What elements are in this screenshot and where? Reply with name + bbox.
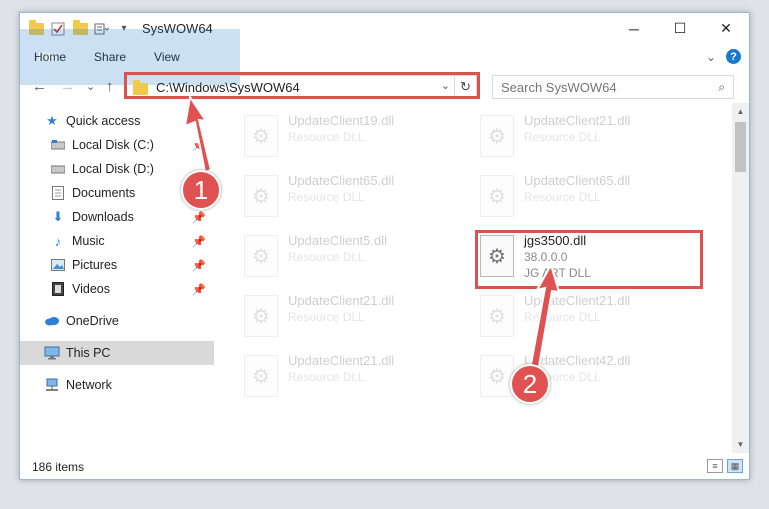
pin-icon[interactable]: 📌 — [192, 235, 206, 248]
music-icon: ♪ — [54, 233, 62, 249]
scrollbar-thumb[interactable] — [735, 122, 746, 172]
close-button[interactable]: ✕ — [703, 13, 749, 44]
sidebar-item-network[interactable]: Network — [20, 373, 214, 397]
drive-icon — [50, 161, 66, 177]
sidebar-item-label: Local Disk (D:) — [72, 162, 154, 176]
recent-locations-button[interactable]: ⌄ — [86, 80, 95, 93]
sidebar-item-music[interactable]: ♪ Music 📌 — [20, 229, 214, 253]
sidebar-item-this-pc[interactable]: This PC — [20, 341, 214, 365]
sidebar-item-downloads[interactable]: ⬇ Downloads 📌 — [20, 205, 214, 229]
dll-file-icon: ⚙ — [480, 175, 514, 217]
file-name: UpdateClient21.dll — [524, 293, 631, 308]
sidebar-item-videos[interactable]: Videos 📌 — [20, 277, 214, 301]
file-item[interactable]: ⚙ UpdateClient65.dll Resource DLL — [476, 171, 696, 227]
file-item[interactable]: ⚙ UpdateClient21.dll Resource DLL — [476, 111, 696, 167]
file-type: Resource DLL — [288, 370, 365, 384]
search-input[interactable] — [501, 79, 701, 95]
file-name: UpdateClient19.dll — [288, 113, 395, 128]
dll-file-icon: ⚙ — [244, 235, 278, 277]
pictures-icon — [50, 257, 66, 273]
file-name: UpdateClient65.dll — [524, 173, 631, 188]
dll-file-icon: ⚙ — [480, 295, 514, 337]
sidebar-item-label: Network — [66, 378, 112, 392]
help-icon[interactable]: ? — [726, 49, 741, 64]
step-1-badge: 1 — [181, 170, 221, 210]
navigation-pane: ★ Quick access Local Disk (C:) 📌 Local D… — [20, 109, 214, 453]
file-type: Resource DLL — [288, 130, 365, 144]
file-name: UpdateClient65.dll — [288, 173, 395, 188]
maximize-button[interactable]: ☐ — [657, 13, 703, 44]
file-item[interactable]: ⚙ UpdateClient21.dll Resource DLL — [240, 351, 460, 407]
videos-icon — [50, 281, 66, 297]
file-name: UpdateClient21.dll — [288, 293, 395, 308]
pin-icon[interactable]: 📌 — [192, 211, 206, 224]
file-name: UpdateClient21.dll — [524, 113, 631, 128]
sidebar-item-label: Music — [72, 234, 105, 248]
file-item[interactable]: ⚙ UpdateClient5.dll Resource DLL — [240, 231, 460, 287]
ribbon-tabs: File Home Share View — [20, 29, 749, 85]
sidebar-item-pictures[interactable]: Pictures 📌 — [20, 253, 214, 277]
file-type: Resource DLL — [288, 250, 365, 264]
step-2-badge: 2 — [510, 364, 550, 404]
search-box[interactable]: ⌕ — [492, 75, 734, 99]
address-bar-highlight — [124, 72, 480, 99]
details-view-icon[interactable]: ≡ — [707, 459, 723, 473]
pin-icon[interactable]: 📌 — [192, 139, 206, 152]
sidebar-item-label: Videos — [72, 282, 110, 296]
sidebar-item-local-disk-c[interactable]: Local Disk (C:) 📌 — [20, 133, 214, 157]
sidebar-item-quick-access[interactable]: ★ Quick access — [20, 109, 214, 133]
dll-file-icon: ⚙ — [480, 115, 514, 157]
sidebar-item-label: Downloads — [72, 210, 134, 224]
sidebar-item-label: Quick access — [66, 114, 141, 128]
drive-icon — [50, 137, 66, 153]
file-type: Resource DLL — [524, 310, 601, 324]
file-item[interactable]: ⚙ UpdateClient65.dll Resource DLL — [240, 171, 460, 227]
item-count: 186 items — [32, 460, 85, 474]
file-name: UpdateClient5.dll — [288, 233, 388, 248]
file-type: Resource DLL — [288, 190, 365, 204]
dll-file-icon: ⚙ — [244, 175, 278, 217]
star-icon: ★ — [46, 113, 58, 128]
pin-icon[interactable]: 📌 — [192, 259, 206, 272]
sidebar-item-label: OneDrive — [66, 314, 119, 328]
search-icon[interactable]: ⌕ — [718, 80, 725, 95]
file-highlight — [475, 230, 703, 289]
dll-file-icon: ⚙ — [244, 115, 278, 157]
file-item[interactable]: ⚙ UpdateClient19.dll Resource DLL — [240, 111, 460, 167]
back-button[interactable]: ← — [32, 78, 47, 95]
sidebar-item-label: Local Disk (C:) — [72, 138, 154, 152]
ribbon-expand-icon[interactable]: ⌄ — [706, 50, 716, 64]
file-type: Resource DLL — [524, 130, 601, 144]
pin-icon[interactable]: 📌 — [192, 283, 206, 296]
sidebar-item-label: This PC — [66, 346, 111, 360]
sidebar-item-label: Pictures — [72, 258, 118, 272]
computer-icon — [44, 345, 60, 361]
forward-button[interactable]: → — [60, 78, 75, 95]
up-button[interactable]: ↑ — [106, 78, 114, 95]
documents-icon — [50, 185, 66, 201]
sidebar-item-onedrive[interactable]: OneDrive — [20, 309, 214, 333]
large-icons-view-icon[interactable]: ▦ — [727, 459, 743, 473]
file-type: Resource DLL — [524, 190, 601, 204]
file-item[interactable]: ⚙ UpdateClient21.dll Resource DLL — [240, 291, 460, 347]
status-bar: 186 items ≡ ▦ — [20, 455, 749, 479]
file-name: UpdateClient21.dll — [288, 353, 395, 368]
file-item[interactable]: ⚙ UpdateClient42.dll Resource DLL — [476, 351, 696, 407]
sidebar-item-label: Documents — [72, 186, 136, 200]
file-type: Resource DLL — [288, 310, 365, 324]
dll-file-icon: ⚙ — [244, 295, 278, 337]
dll-file-icon: ⚙ — [244, 355, 278, 397]
minimize-button[interactable]: ─ — [611, 13, 657, 44]
network-icon — [44, 377, 60, 393]
scroll-down-icon[interactable]: ▼ — [732, 436, 749, 453]
cloud-icon — [44, 313, 60, 329]
file-item[interactable]: ⚙ UpdateClient21.dll Resource DLL — [476, 291, 696, 347]
download-icon: ⬇ — [52, 209, 64, 224]
scroll-up-icon[interactable]: ▲ — [732, 103, 749, 120]
vertical-scrollbar[interactable]: ▲ ▼ — [732, 103, 749, 453]
dll-file-icon: ⚙ — [480, 355, 514, 397]
